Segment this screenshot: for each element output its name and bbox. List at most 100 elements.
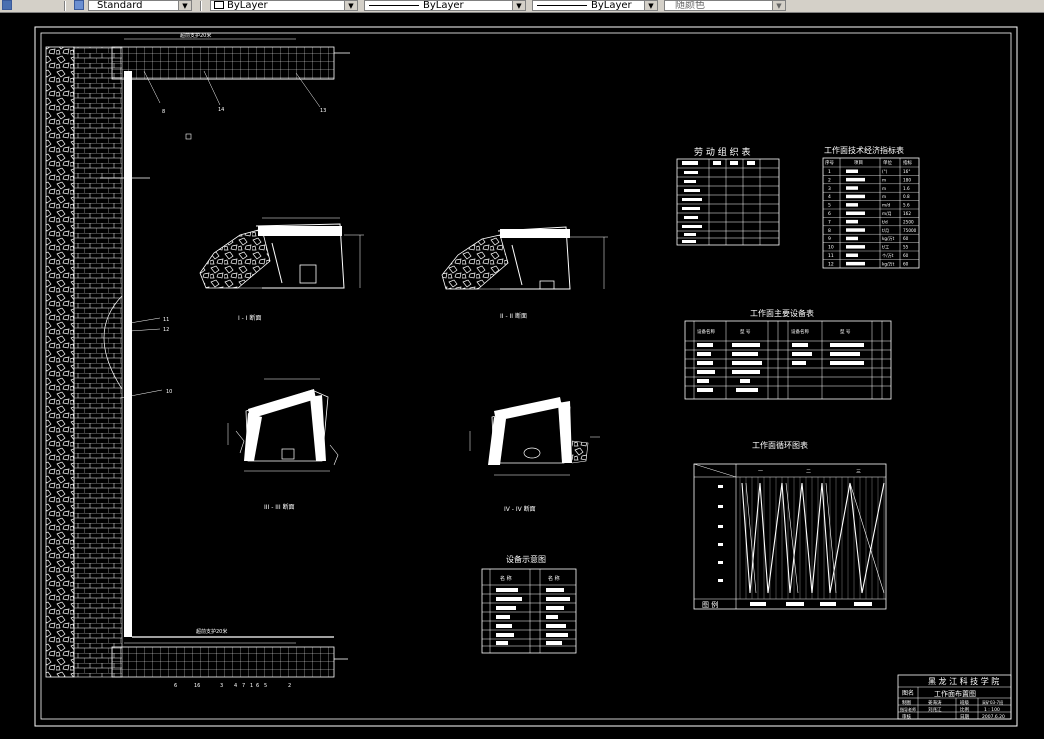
text-style-combo[interactable]: Standard ▼ xyxy=(88,0,192,11)
redacted-text-bar xyxy=(846,245,865,249)
lineweight-value: ByLayer xyxy=(591,0,632,11)
callout-label: 8 xyxy=(162,109,165,115)
linetype-preview xyxy=(369,4,419,6)
layer-color-swatch xyxy=(214,1,224,9)
table-cell-value: 60 xyxy=(903,261,909,266)
callout-label: 12 xyxy=(163,327,169,333)
table-cell-unit: (°) xyxy=(882,169,888,174)
table-cell-value: 162 xyxy=(903,211,911,216)
section-label: I - I 断面 xyxy=(238,314,261,322)
cycle-legend-label: 图 例 xyxy=(702,600,718,609)
plot-style-combo[interactable]: 随颜色 ▼ xyxy=(664,0,786,11)
table-title: 工作面循环图表 xyxy=(752,440,808,450)
table-cell-value: 2500 xyxy=(903,219,914,224)
table-cell-index: 6 xyxy=(828,211,831,217)
table-cell-index: 2 xyxy=(828,177,831,183)
title-block-value: 采矿03-7班 xyxy=(982,699,1003,705)
table-cell-value: 75000 xyxy=(903,228,917,233)
table-header: 设备名称 xyxy=(697,328,715,335)
toolbar-separator xyxy=(200,1,202,11)
table-cell-index: 7 xyxy=(828,219,831,225)
redacted-text-bar xyxy=(846,253,858,257)
table-header: 设备名称 xyxy=(791,328,809,335)
table-cell-index: 1 xyxy=(828,169,831,175)
table-header: 名 称 xyxy=(500,575,512,582)
text-style-manager-icon[interactable] xyxy=(74,0,84,10)
table-cell-value: 0.8 xyxy=(903,194,910,199)
callout-label: 6 xyxy=(174,683,177,689)
title-block-label: 图名 xyxy=(902,689,914,697)
title-block-drawing-name: 工作面布置图 xyxy=(934,689,976,698)
callout-label: 2 xyxy=(288,683,291,689)
table-cell-value: 60 xyxy=(903,253,909,258)
properties-toolbar: Standard ▼ ByLayer ▼ ByLayer ▼ ByLayer ▼… xyxy=(0,0,1044,13)
title-block-label: 指导老师 xyxy=(900,706,916,712)
table-header: 序号 xyxy=(825,159,834,166)
redacted-text-bar xyxy=(846,261,865,266)
table-header: 指标 xyxy=(903,159,912,166)
toolbar-separator xyxy=(64,1,66,11)
lineweight-preview xyxy=(537,4,587,6)
table-cell-value: 180 xyxy=(903,177,911,182)
text-style-icon[interactable] xyxy=(2,0,12,10)
lineweight-combo[interactable]: ByLayer ▼ xyxy=(532,0,658,11)
callout-label: 14 xyxy=(218,107,224,113)
table-header: 型 号 xyxy=(740,328,751,335)
table-header: 单位 xyxy=(883,159,892,166)
table-cell-unit: m xyxy=(882,186,886,191)
table-cell-index: 4 xyxy=(828,194,831,200)
chevron-down-icon[interactable]: ▼ xyxy=(772,1,785,10)
linetype-combo[interactable]: ByLayer ▼ xyxy=(364,0,526,11)
drawing-canvas[interactable]: 超前支护20米 超前支护20米 8 14 13 11 12 10 6 16 3 … xyxy=(0,13,1044,739)
chevron-down-icon[interactable]: ▼ xyxy=(178,1,191,10)
table-cell-index: 11 xyxy=(828,253,834,259)
title-block-label: 制图 xyxy=(902,699,911,706)
title-block-value: 2007.6.20 xyxy=(982,714,1005,720)
table-title: 劳 动 组 织 表 xyxy=(694,146,750,158)
callout-label: 5 xyxy=(264,683,267,689)
callout-label: 4 xyxy=(234,683,237,689)
table-cell-index: 10 xyxy=(828,245,834,251)
plot-style-value: 随颜色 xyxy=(675,0,705,11)
callout-label: 11 xyxy=(163,317,169,323)
redacted-text-bar xyxy=(846,236,858,241)
callout-label: 3 xyxy=(220,683,223,689)
chevron-down-icon[interactable]: ▼ xyxy=(644,1,657,10)
table-cell-value: 5.6 xyxy=(903,203,910,208)
linetype-value: ByLayer xyxy=(423,0,464,11)
table-title: 工作面技术经济指标表 xyxy=(824,145,904,155)
table-cell-value: 16° xyxy=(903,169,910,174)
table-cell-unit: t/工 xyxy=(882,245,889,250)
layer-combo[interactable]: ByLayer ▼ xyxy=(210,0,358,11)
text-style-value: Standard xyxy=(97,0,143,11)
title-block-value: 姜海涛 xyxy=(928,699,942,706)
redacted-text-bar xyxy=(846,177,865,182)
table-cell-index: 8 xyxy=(828,228,831,234)
table-header: 型 号 xyxy=(840,328,851,335)
table-cell-value: 1.6 xyxy=(903,186,910,191)
callout-label: 6 xyxy=(256,683,259,689)
title-block-label: 比例 xyxy=(960,706,969,713)
table-cell-index: 9 xyxy=(828,236,831,242)
title-block-value: 刘兆江 xyxy=(928,706,942,713)
redacted-text-bar xyxy=(846,186,858,190)
advance-support-label-bottom: 超前支护20米 xyxy=(196,628,227,635)
title-block-label: 班级 xyxy=(960,699,969,706)
cycle-shift-header: 二 xyxy=(806,469,811,475)
table-cell-unit: m xyxy=(882,177,886,182)
cycle-shift-header: 三 xyxy=(856,469,861,475)
redacted-text-bar xyxy=(846,169,858,173)
chevron-down-icon[interactable]: ▼ xyxy=(512,1,525,10)
title-block-value: 1 : 100 xyxy=(984,707,1000,713)
table-cell-value: 60 xyxy=(903,236,909,241)
redacted-text-bar xyxy=(846,194,865,199)
table-cell-unit: m xyxy=(882,194,886,199)
table-cell-unit: m/d xyxy=(882,203,890,208)
section-label: II - II 断面 xyxy=(500,312,527,320)
table-header: 项目 xyxy=(854,160,863,166)
table-title: 设备示意图 xyxy=(506,554,546,564)
table-cell-index: 12 xyxy=(828,261,834,267)
layer-value: ByLayer xyxy=(227,0,268,11)
callout-label: 7 xyxy=(242,683,245,689)
chevron-down-icon[interactable]: ▼ xyxy=(344,1,357,10)
